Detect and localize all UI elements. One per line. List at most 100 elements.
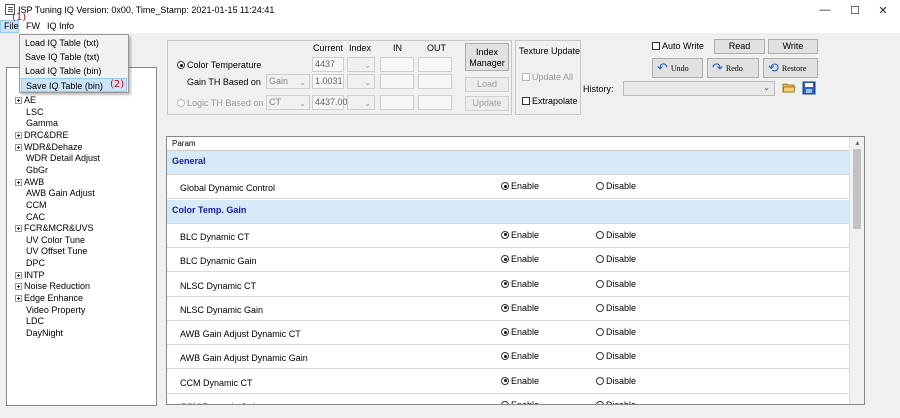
redo-icon: ↷ — [712, 60, 723, 76]
logic-th-radio[interactable]: Logic TH Based on — [177, 98, 263, 108]
ct-index-select[interactable]: ⌄ — [347, 95, 375, 110]
enable-radio[interactable]: Enable — [501, 279, 539, 289]
disable-radio[interactable]: Disable — [596, 351, 636, 361]
param-row: NLSC Dynamic CT Enable Disable — [167, 272, 851, 297]
update-button[interactable]: Update — [465, 96, 509, 111]
tree-item[interactable]: Noise Reduction — [15, 281, 90, 292]
expand-icon[interactable] — [15, 178, 22, 186]
expand-icon[interactable] — [15, 131, 22, 139]
radio-unselected-icon — [177, 99, 185, 107]
enable-radio[interactable]: Enable — [501, 230, 539, 240]
tree-item[interactable]: WDR&Dehaze — [15, 142, 83, 153]
expand-icon[interactable] — [15, 97, 22, 104]
radio-unselected-icon — [596, 279, 604, 288]
disable-radio[interactable]: Disable — [596, 181, 636, 191]
tree-item[interactable]: UV Color Tune — [26, 235, 85, 246]
disable-radio[interactable]: Disable — [596, 230, 636, 240]
gain-out-field[interactable] — [418, 74, 452, 89]
tree-item[interactable]: LDC — [26, 316, 44, 327]
disable-radio[interactable]: Disable — [596, 254, 636, 264]
disable-radio[interactable]: Disable — [596, 376, 636, 386]
enable-radio[interactable]: Enable — [501, 181, 539, 191]
expand-icon[interactable] — [15, 271, 22, 279]
history-select[interactable]: ⌄ — [623, 81, 775, 96]
tree-item[interactable]: Edge Enhance — [15, 293, 83, 304]
enable-radio[interactable]: Enable — [501, 400, 539, 404]
gain-in-field[interactable] — [380, 74, 414, 89]
tree-item[interactable]: Gamma — [26, 118, 58, 129]
radio-selected-icon — [501, 401, 509, 404]
tree-item[interactable]: AWB Gain Adjust — [26, 188, 95, 199]
tree-item[interactable]: Video Property — [26, 305, 85, 316]
tree-item[interactable]: UV Offset Tune — [26, 246, 87, 257]
auto-write-checkbox[interactable]: Auto Write — [652, 41, 704, 51]
tree-item[interactable]: CCM — [26, 200, 47, 211]
radio-selected-icon — [501, 328, 509, 337]
expand-icon[interactable] — [15, 295, 22, 303]
open-folder-icon[interactable] — [782, 81, 796, 94]
color-temp-index-select[interactable]: ⌄ — [347, 57, 375, 72]
scrollbar-thumb[interactable] — [853, 149, 861, 229]
tree-item[interactable]: AWB — [15, 177, 44, 188]
close-button[interactable]: ✕ — [868, 0, 898, 20]
tree-item[interactable]: INTP — [15, 270, 45, 281]
redo-button[interactable]: ↷ Redo — [707, 58, 759, 78]
tree-item[interactable]: FCR&MCR&UVS — [15, 223, 94, 234]
tree-item[interactable]: GbGr — [26, 165, 48, 176]
radio-unselected-icon — [596, 255, 604, 264]
color-temp-current-field: 4437 — [312, 57, 344, 72]
tree-item[interactable]: DPC — [26, 258, 45, 269]
menu-fw[interactable]: FW — [26, 21, 40, 31]
disable-radio[interactable]: Disable — [596, 279, 636, 289]
disable-radio[interactable]: Disable — [596, 400, 636, 404]
menu-load-iq-txt[interactable]: Load IQ Table (txt) — [21, 36, 127, 50]
tree-item[interactable]: CAC — [26, 212, 45, 223]
logic-th-select[interactable]: CT ⌄ — [266, 95, 310, 110]
header-out: OUT — [427, 43, 446, 53]
tree-item[interactable]: LSC — [26, 107, 44, 118]
enable-radio[interactable]: Enable — [501, 303, 539, 313]
color-temp-in-field[interactable] — [380, 57, 414, 72]
checkbox-icon — [522, 97, 530, 105]
write-button[interactable]: Write — [768, 39, 818, 54]
disable-radio[interactable]: Disable — [596, 327, 636, 337]
ct-in-field[interactable] — [380, 95, 414, 110]
color-temperature-radio[interactable]: Color Temperature — [177, 60, 261, 70]
expand-icon[interactable] — [15, 143, 22, 151]
index-manager-button[interactable]: Index Manager — [465, 43, 509, 71]
load-button[interactable]: Load — [465, 77, 509, 92]
scroll-up-icon[interactable]: ▲ — [854, 140, 861, 147]
tree-item[interactable]: AE — [15, 95, 36, 106]
menu-load-iq-bin[interactable]: Load IQ Table (bin) — [21, 64, 127, 78]
vertical-scrollbar[interactable]: ▲ — [849, 137, 864, 404]
module-tree[interactable]: AE LSC Gamma DRC&DRE WDR&Dehaze WDR Detail Ad… — [6, 67, 157, 406]
minimize-button[interactable]: — — [810, 0, 840, 20]
undo-button[interactable]: ↶ Undo — [652, 58, 703, 78]
tree-item[interactable]: DRC&DRE — [15, 130, 69, 141]
tree-item-label: AE — [24, 95, 37, 105]
tree-item[interactable]: WDR Detail Adjust — [26, 153, 100, 164]
read-button[interactable]: Read — [714, 39, 765, 54]
expand-icon[interactable] — [15, 225, 22, 233]
menu-iq-info[interactable]: IQ Info — [47, 21, 74, 31]
tree-item[interactable]: DayNight — [26, 328, 63, 339]
gain-index-select[interactable]: ⌄ — [347, 74, 375, 89]
maximize-button[interactable]: ☐ — [840, 0, 870, 20]
color-temp-out-field[interactable] — [418, 57, 452, 72]
enable-radio[interactable]: Enable — [501, 376, 539, 386]
expand-icon[interactable] — [15, 283, 22, 291]
radio-unselected-icon — [596, 303, 604, 312]
ct-out-field[interactable] — [418, 95, 452, 110]
enable-radio[interactable]: Enable — [501, 254, 539, 264]
enable-radio[interactable]: Enable — [501, 327, 539, 337]
menu-save-iq-txt[interactable]: Save IQ Table (txt) — [21, 50, 127, 64]
save-icon[interactable] — [802, 81, 816, 95]
restore-button[interactable]: ⟲ Restore — [763, 58, 818, 78]
tree-item-label: INTP — [24, 269, 45, 280]
enable-label: Enable — [511, 327, 540, 338]
gain-th-select[interactable]: Gain ⌄ — [266, 74, 310, 89]
enable-radio[interactable]: Enable — [501, 351, 539, 361]
update-all-checkbox[interactable]: Update All — [522, 72, 573, 82]
extrapolate-checkbox[interactable]: Extrapolate — [522, 96, 578, 106]
disable-radio[interactable]: Disable — [596, 303, 636, 313]
